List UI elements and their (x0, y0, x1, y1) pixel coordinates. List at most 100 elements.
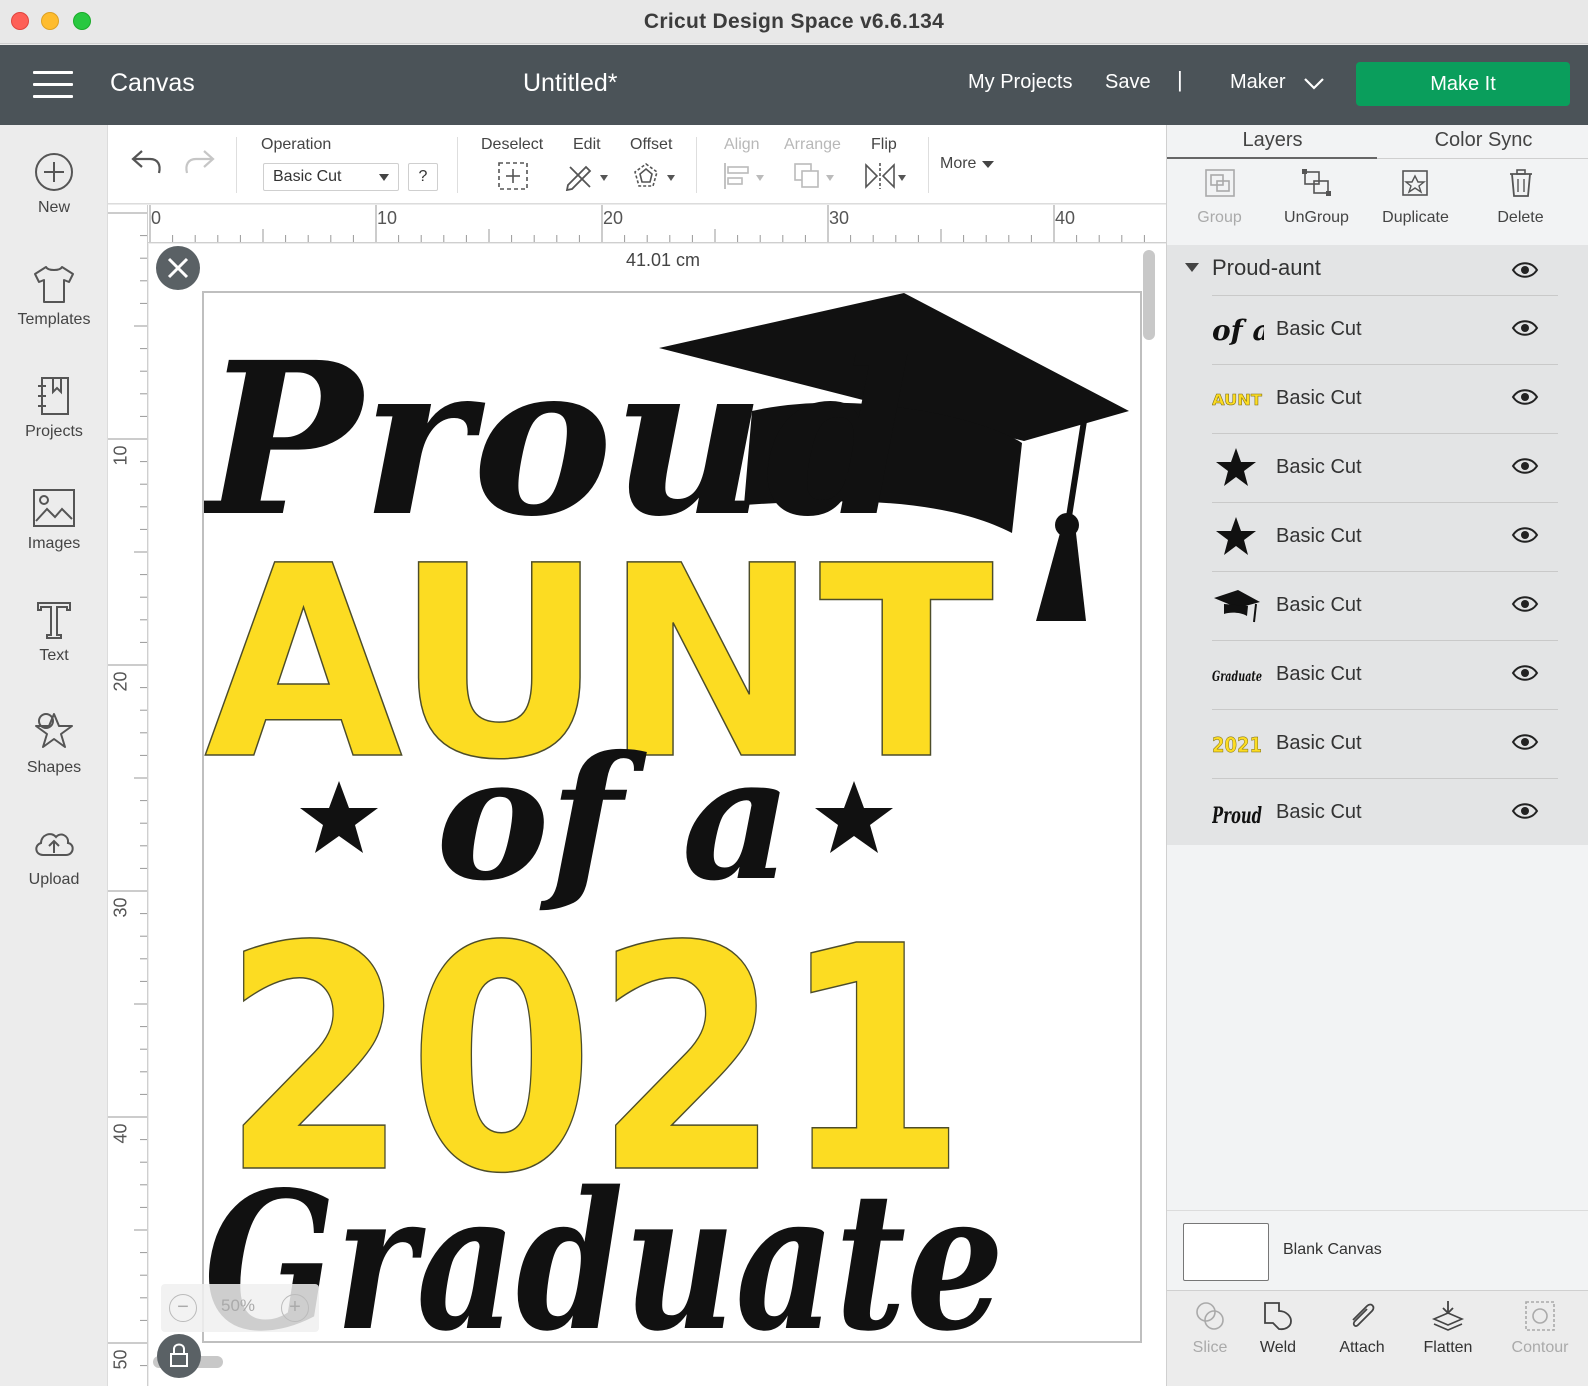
layer-row[interactable]: Basic Cut (1212, 433, 1558, 502)
tab-layers[interactable]: Layers (1167, 129, 1378, 152)
zoom-in-button[interactable]: + (281, 1294, 309, 1322)
flatten-label: Flatten (1423, 1339, 1473, 1356)
layer-row[interactable]: of a Basic Cut (1212, 295, 1558, 364)
blank-canvas-label: Blank Canvas (1283, 1241, 1382, 1258)
eye-icon[interactable] (1511, 261, 1539, 279)
ungroup-label: UnGroup (1284, 209, 1349, 226)
delete-button[interactable]: Delete (1468, 167, 1573, 227)
selected-design[interactable]: Proud AUNT of a 2021 Graduate (202, 291, 1142, 1343)
contour-label: Contour (1511, 1339, 1569, 1356)
attach-button[interactable]: Attach (1319, 1299, 1405, 1357)
vertical-scrollbar[interactable] (1143, 250, 1155, 340)
layer-name: Basic Cut (1276, 456, 1362, 478)
my-projects-link[interactable]: My Projects (968, 71, 1072, 94)
horizontal-ruler-ticks (149, 205, 1145, 242)
eye-icon[interactable] (1511, 388, 1539, 406)
layer-row[interactable]: Basic Cut (1212, 571, 1558, 640)
projects-tool[interactable]: Projects (0, 375, 108, 441)
vertical-ruler: 10 20 30 40 50 (108, 205, 148, 1386)
duplicate-button[interactable]: Duplicate (1363, 167, 1468, 227)
lock-button[interactable] (157, 1334, 201, 1378)
eye-icon[interactable] (1511, 526, 1539, 544)
deselect-icon[interactable] (497, 161, 529, 191)
zoom-out-button[interactable]: − (169, 1294, 197, 1322)
layer-name: Basic Cut (1276, 525, 1362, 547)
flip-icon[interactable] (863, 161, 909, 191)
eye-icon[interactable] (1511, 733, 1539, 751)
text-tool[interactable]: Text (0, 599, 108, 665)
machine-selector[interactable]: Maker (1230, 71, 1286, 94)
star-icon (1212, 444, 1264, 492)
save-link[interactable]: Save (1105, 71, 1151, 94)
new-label: New (37, 199, 70, 216)
redo-icon[interactable] (182, 147, 216, 177)
operation-select[interactable]: Basic Cut (263, 163, 399, 191)
thumbnail-text: Proud (1212, 803, 1262, 829)
ruler-label: 20 (603, 208, 624, 228)
ungroup-button[interactable]: UnGroup (1264, 167, 1369, 227)
document-title[interactable]: Untitled* (523, 69, 618, 98)
layer-group-row[interactable]: Proud-aunt (1167, 245, 1588, 295)
templates-tool[interactable]: Templates (0, 263, 108, 329)
caret-down-icon[interactable] (1185, 263, 1199, 272)
undo-icon[interactable] (130, 147, 164, 177)
layer-name: Basic Cut (1276, 801, 1362, 823)
more-button[interactable]: More (940, 155, 995, 173)
weld-button[interactable]: Weld (1235, 1299, 1321, 1357)
eye-icon[interactable] (1511, 457, 1539, 475)
edit-toolbar: Operation Basic Cut ? Deselect Edit Offs… (108, 125, 1166, 204)
offset-icon[interactable] (631, 161, 677, 191)
text-label: Text (39, 647, 69, 664)
ruler-label: 50 (110, 1349, 131, 1370)
hamburger-icon[interactable] (33, 71, 73, 99)
zoom-control: − 50% + (161, 1284, 319, 1332)
shapes-tool[interactable]: Shapes (0, 711, 108, 777)
eye-icon[interactable] (1511, 595, 1539, 613)
ruler-label: 10 (377, 208, 398, 228)
layer-name: Basic Cut (1276, 732, 1362, 754)
contour-icon (1525, 1301, 1555, 1331)
ruler-label: 20 (110, 671, 131, 692)
layer-row[interactable]: AUNT Basic Cut (1212, 364, 1558, 433)
contour-button[interactable]: Contour (1497, 1299, 1583, 1357)
layer-row[interactable]: Basic Cut (1212, 502, 1558, 571)
ruler-label: 40 (1055, 208, 1076, 228)
design-text-graduate[interactable]: Graduate (204, 1150, 1004, 1341)
operation-help-button[interactable]: ? (408, 163, 438, 191)
flip-label: Flip (871, 136, 897, 153)
layer-row[interactable]: Graduate Basic Cut (1212, 640, 1558, 709)
edit-tools-icon[interactable] (564, 161, 610, 191)
thumbnail-text: 2021 (1212, 733, 1262, 757)
group-button[interactable]: Group (1167, 167, 1272, 227)
align-icon[interactable] (722, 161, 768, 191)
layer-row[interactable]: Proud Basic Cut (1212, 778, 1558, 847)
delete-label: Delete (1497, 209, 1544, 226)
new-tool[interactable]: New (0, 151, 108, 217)
eye-icon[interactable] (1511, 319, 1539, 337)
images-label: Images (27, 535, 81, 552)
close-icon (167, 257, 189, 279)
tab-color-sync[interactable]: Color Sync (1378, 129, 1588, 152)
images-tool[interactable]: Images (0, 487, 108, 553)
layer-row[interactable]: 2021 Basic Cut (1212, 709, 1558, 778)
ruler-label: 40 (110, 1123, 131, 1144)
design-artwork[interactable]: Proud AUNT of a 2021 Graduate (204, 293, 1140, 1341)
make-it-button[interactable]: Make It (1356, 62, 1570, 106)
arrange-icon[interactable] (792, 161, 838, 191)
operation-value: Basic Cut (273, 168, 342, 185)
chevron-down-icon[interactable] (1303, 75, 1325, 91)
eye-icon[interactable] (1511, 802, 1539, 820)
paperclip-icon (1352, 1303, 1375, 1327)
blank-canvas-row[interactable]: Blank Canvas (1167, 1210, 1588, 1290)
upload-tool[interactable]: Upload (0, 823, 108, 889)
flatten-button[interactable]: Flatten (1405, 1299, 1491, 1357)
cloud-upload-icon (35, 833, 74, 856)
design-canvas[interactable]: 41.01 cm Proud AUNT of a 2021 Graduate −… (149, 244, 1166, 1386)
layer-name: Basic Cut (1276, 387, 1362, 409)
layer-name: Basic Cut (1276, 318, 1362, 340)
graduation-cap-icon (1212, 582, 1264, 630)
eye-icon[interactable] (1511, 664, 1539, 682)
close-selection-button[interactable] (156, 246, 200, 290)
blank-canvas-swatch[interactable] (1183, 1223, 1269, 1281)
star-icon (1212, 513, 1264, 561)
